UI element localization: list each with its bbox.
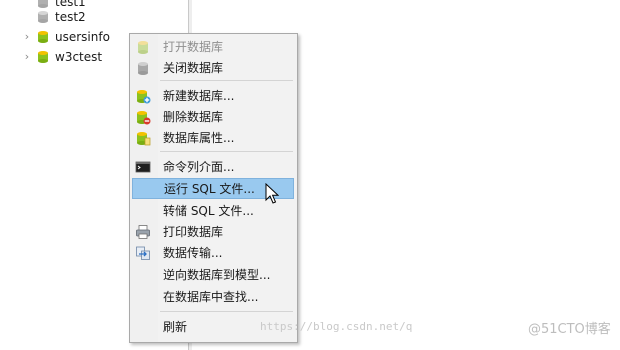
menu-item-close-database[interactable]: 关闭数据库 — [132, 57, 295, 78]
menu-item-no-icon — [135, 267, 151, 283]
menu-item-label: 运行 SQL 文件... — [164, 182, 255, 196]
chevron-right-icon[interactable]: › — [20, 27, 34, 47]
tree-item-label: w3ctest — [55, 50, 103, 64]
menu-item-data-transfer[interactable]: 数据传输... — [132, 242, 295, 263]
menu-separator — [160, 80, 293, 81]
menu-item-no-icon — [135, 203, 151, 219]
menu-separator — [160, 151, 293, 152]
menu-item-label: 刷新 — [163, 320, 188, 334]
menu-item-command-line[interactable]: 命令列介面... — [132, 156, 295, 177]
menu-item-label: 命令列介面... — [163, 160, 235, 174]
menu-item-label: 删除数据库 — [163, 110, 224, 124]
database-icon-green — [36, 50, 50, 64]
menu-item-open-database[interactable]: 打开数据库 — [132, 36, 295, 57]
menu-item-print-database[interactable]: 打印数据库 — [132, 221, 295, 242]
chevron-right-icon[interactable]: › — [20, 47, 34, 67]
database-properties-icon — [135, 130, 151, 146]
data-transfer-icon — [135, 245, 151, 261]
printer-icon — [135, 224, 151, 240]
menu-item-database-properties[interactable]: 数据库属性... — [132, 127, 295, 148]
database-close-icon — [135, 60, 151, 76]
menu-separator — [160, 311, 293, 312]
menu-item-label: 新建数据库... — [163, 89, 235, 103]
menu-item-label: 逆向数据库到模型... — [163, 268, 271, 282]
database-icon-green — [36, 30, 50, 44]
console-icon — [135, 159, 151, 175]
menu-item-label: 在数据库中查找... — [163, 290, 259, 304]
menu-item-label: 打开数据库 — [163, 40, 224, 54]
menu-item-label: 转储 SQL 文件... — [163, 204, 254, 218]
tree-item-test2[interactable]: › test2 — [0, 7, 86, 27]
watermark-brand: @51CTO博客 — [528, 322, 611, 337]
menu-item-find-in-database[interactable]: 在数据库中查找... — [132, 286, 295, 307]
database-open-icon — [135, 39, 151, 55]
menu-item-delete-database[interactable]: 删除数据库 — [132, 106, 295, 127]
menu-item-reverse-to-model[interactable]: 逆向数据库到模型... — [132, 264, 295, 285]
database-delete-icon — [135, 109, 151, 125]
menu-item-no-icon — [135, 289, 151, 305]
menu-item-label: 数据传输... — [163, 246, 223, 260]
menu-item-no-icon — [136, 181, 152, 197]
menu-item-no-icon — [135, 319, 151, 335]
menu-item-new-database[interactable]: 新建数据库... — [132, 85, 295, 106]
menu-item-label: 打印数据库 — [163, 225, 224, 239]
menu-item-label: 关闭数据库 — [163, 61, 224, 75]
database-icon-gray — [36, 10, 50, 24]
tree-item-usersinfo[interactable]: › usersinfo — [0, 27, 110, 47]
menu-item-label: 数据库属性... — [163, 131, 235, 145]
tree-item-label: usersinfo — [55, 30, 110, 44]
watermark-url: https://blog.csdn.net/q — [260, 320, 413, 333]
tree-item-label: test2 — [55, 10, 86, 24]
tree-item-w3ctest[interactable]: › w3ctest — [0, 47, 102, 67]
database-new-icon — [135, 88, 151, 104]
mouse-cursor-icon — [265, 183, 279, 204]
